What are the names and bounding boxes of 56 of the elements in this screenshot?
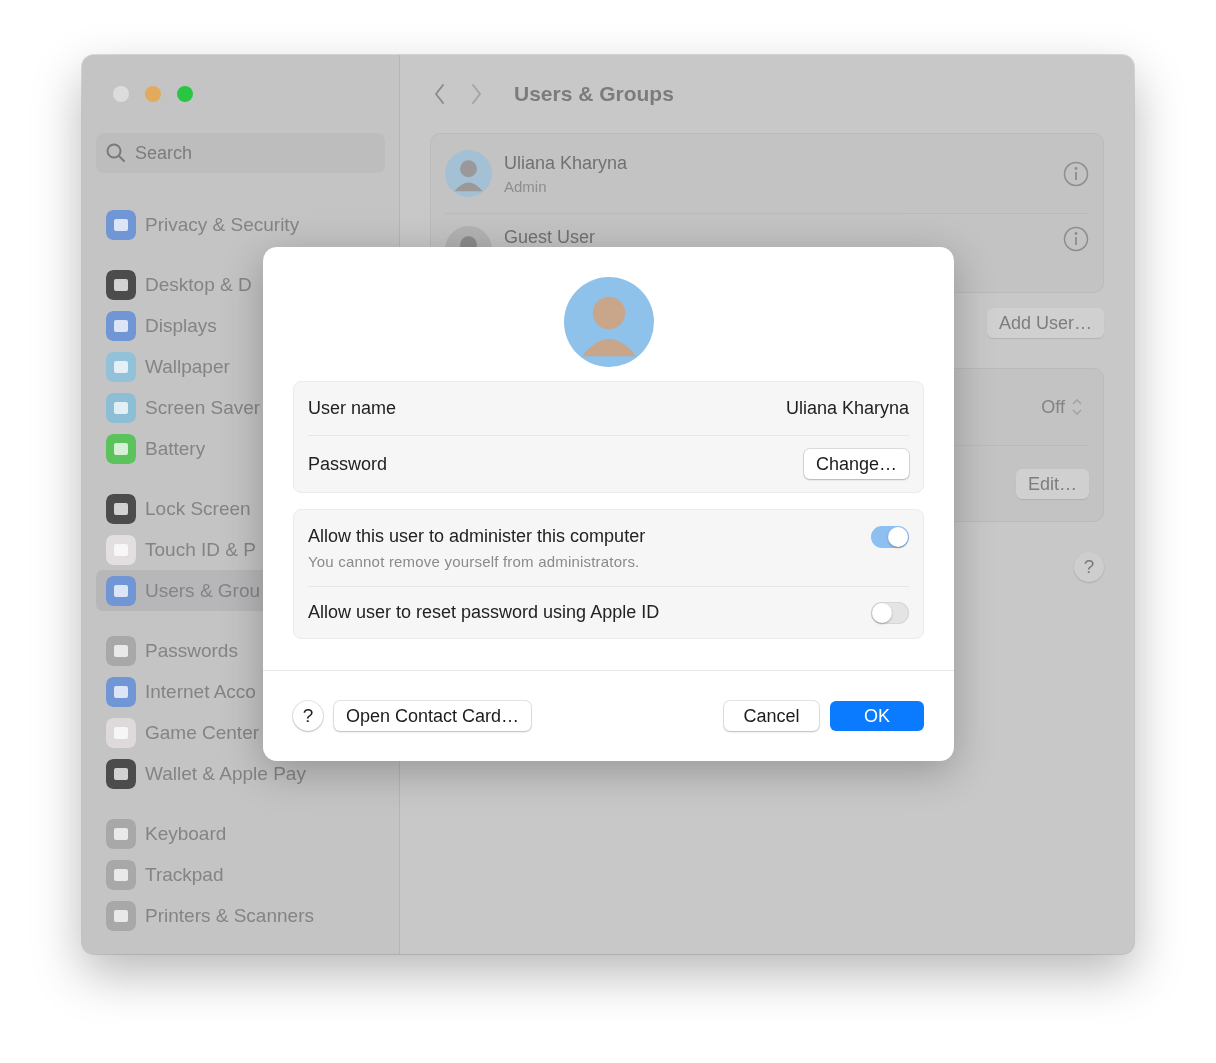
category-icon <box>106 758 136 789</box>
toggle-switch[interactable] <box>871 601 909 624</box>
user-name: Uliana Kharyna <box>504 152 629 174</box>
field-label: Password <box>308 453 388 475</box>
help-button[interactable]: ? <box>293 701 323 731</box>
forward-icon[interactable] <box>470 83 482 105</box>
sidebar-item[interactable]: Keyboard <box>96 813 385 854</box>
ok-button[interactable]: OK <box>830 701 924 731</box>
sidebar-item[interactable]: Passwords <box>96 630 385 671</box>
info-icon[interactable] <box>1063 226 1089 252</box>
sidebar-item[interactable]: Displays <box>96 305 385 346</box>
field-label: User name <box>308 398 397 419</box>
edit-button[interactable]: Edit… <box>1015 469 1089 499</box>
sidebar-item[interactable]: Desktop & D <box>96 264 385 305</box>
category-icon <box>106 859 136 890</box>
window-control-button[interactable] <box>113 86 129 102</box>
sidebar-item[interactable]: Privacy & Security <box>96 204 385 245</box>
info-icon[interactable] <box>1063 160 1089 187</box>
toggle-switch[interactable] <box>871 526 909 548</box>
back-icon[interactable] <box>434 83 446 105</box>
category-icon <box>106 635 136 666</box>
sidebar-item[interactable]: Lock Screen <box>96 488 385 529</box>
open-contact-card-button[interactable]: Open Contact Card… <box>334 701 532 731</box>
change-button[interactable]: Change… <box>803 449 909 479</box>
sidebar-item[interactable]: Trackpad <box>96 854 385 895</box>
category-icon <box>106 493 136 524</box>
sidebar-item[interactable]: Wallet & Apple Pay <box>96 753 385 794</box>
add-user-button[interactable]: Add User… <box>986 308 1104 338</box>
category-icon <box>106 717 136 748</box>
category-icon <box>106 351 136 382</box>
option-label: Allow this user to administer this computer <box>308 526 646 547</box>
window-control-button[interactable] <box>177 86 193 102</box>
page-title: Users & Groups <box>514 82 674 106</box>
category-icon <box>106 269 136 300</box>
category-icon <box>106 900 136 931</box>
cancel-button[interactable]: Cancel <box>724 701 819 731</box>
sidebar-item[interactable]: Wallpaper <box>96 346 385 387</box>
category-icon <box>106 575 136 606</box>
avatar-icon <box>561 277 656 367</box>
category-icon <box>106 676 136 707</box>
stepper-icon <box>1071 397 1083 417</box>
popup-button[interactable]: Off <box>1035 395 1089 419</box>
category-icon <box>106 392 136 423</box>
field-value: Uliana Kharyna <box>785 398 909 419</box>
category-icon <box>106 433 136 464</box>
category-icon <box>106 209 136 240</box>
option-note: You cannot remove yourself from administrators. <box>308 553 641 570</box>
avatar-icon <box>445 150 492 197</box>
category-icon <box>106 818 136 849</box>
help-button[interactable]: ? <box>1074 552 1104 582</box>
search-field[interactable]: Search <box>96 133 385 173</box>
category-icon <box>106 310 136 341</box>
category-icon <box>106 534 136 565</box>
window-control-button[interactable] <box>145 86 161 102</box>
user-name: Guest User <box>504 228 597 246</box>
sidebar-item[interactable]: Printers & Scanners <box>96 895 385 936</box>
